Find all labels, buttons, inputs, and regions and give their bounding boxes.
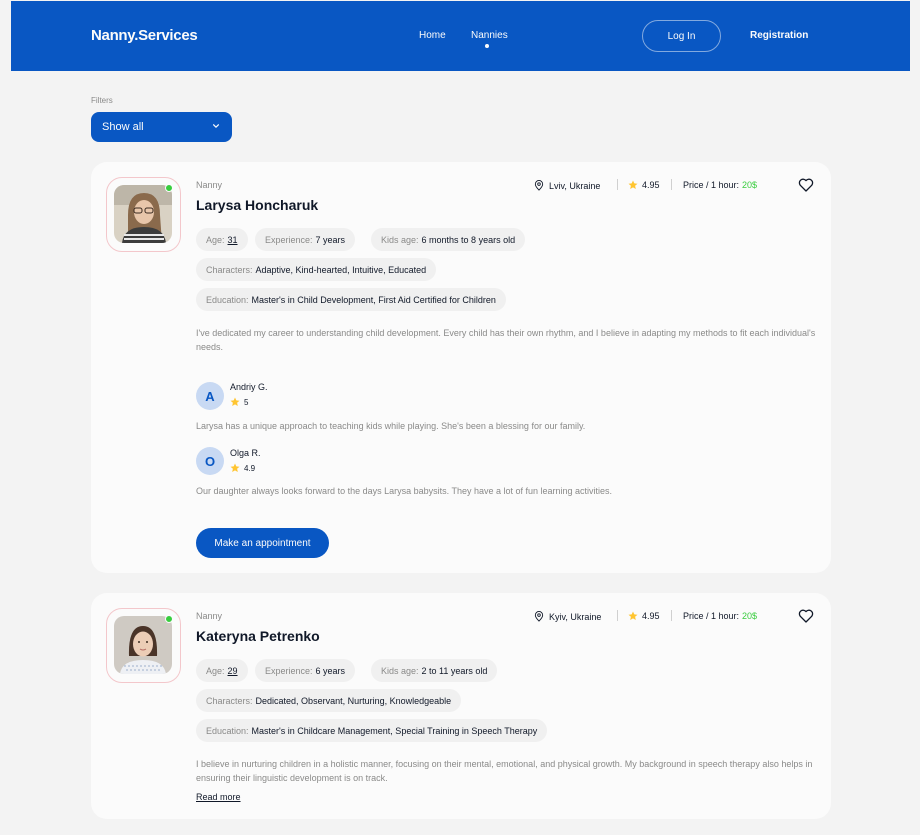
chip-label: Age: — [206, 665, 225, 676]
role-label: Nanny — [196, 180, 223, 190]
login-button[interactable]: Log In — [642, 20, 721, 52]
location-text: Lviv, Ukraine — [549, 180, 601, 191]
filter-dropdown[interactable]: Show all — [91, 112, 232, 142]
age-chip: Age: 29 — [196, 659, 248, 682]
star-icon — [628, 611, 638, 620]
education-chip: Education: Master's in Child Development… — [196, 288, 506, 311]
chip-label: Experience: — [265, 234, 313, 245]
price: Price / 1 hour: 20$ — [683, 611, 757, 621]
divider — [617, 179, 618, 190]
reviewer-name: Olga R. — [230, 448, 261, 458]
chip-value: 7 years — [315, 234, 346, 245]
location: Kyiv, Ukraine — [534, 611, 601, 622]
price-value: 20$ — [742, 611, 758, 621]
chip-label: Kids age: — [381, 665, 419, 676]
reviewer-rating: 5 — [230, 397, 248, 407]
chip-label: Kids age: — [381, 234, 419, 245]
chip-label: Experience: — [265, 665, 313, 676]
logo[interactable]: Nanny.Services — [91, 27, 198, 44]
site-header: Nanny.Services Home Nannies Log In Regis… — [11, 1, 910, 71]
online-status-indicator — [165, 615, 173, 623]
nanny-card: Nanny Larysa Honcharuk Lviv, Ukraine 4.9… — [91, 162, 831, 573]
make-appointment-button[interactable]: Make an appointment — [196, 528, 329, 558]
chip-label: Age: — [206, 234, 225, 245]
chip-value: 31 — [227, 234, 238, 245]
price: Price / 1 hour: 20$ — [683, 180, 757, 190]
chip-value: 2 to 11 years old — [421, 665, 488, 676]
kids-age-chip: Kids age: 6 months to 8 years old — [371, 228, 526, 251]
filter-selected-value: Show all — [102, 121, 144, 133]
divider — [671, 610, 672, 621]
filters-label: Filters — [91, 96, 113, 105]
location-text: Kyiv, Ukraine — [549, 611, 602, 622]
education-chip: Education: Master's in Childcare Managem… — [196, 719, 548, 742]
chip-value: 6 years — [315, 665, 346, 676]
rating: 4.95 — [628, 180, 660, 190]
online-status-indicator — [165, 184, 173, 192]
star-icon — [230, 463, 240, 472]
reviewer-name: Andriy G. — [230, 382, 268, 392]
nav-home-link[interactable]: Home — [419, 30, 446, 41]
heart-icon[interactable] — [798, 177, 814, 193]
registration-button[interactable]: Registration — [750, 30, 808, 41]
avatar-frame — [106, 177, 181, 252]
chip-value: Adaptive, Kind-hearted, Intuitive, Educa… — [255, 264, 427, 275]
chip-label: Education: — [206, 294, 249, 305]
review-text: Larysa has a unique approach to teaching… — [196, 421, 586, 431]
divider — [617, 610, 618, 621]
price-value: 20$ — [742, 180, 758, 190]
read-more-link[interactable]: Read more — [196, 792, 241, 802]
about-text: I believe in nurturing children in a hol… — [196, 759, 813, 783]
map-pin-icon — [534, 611, 544, 622]
characters-chip: Characters: Dedicated, Observant, Nurtur… — [196, 689, 462, 712]
reviewer-avatar: O — [196, 447, 224, 475]
avatar-frame — [106, 608, 181, 683]
nanny-name: Larysa Honcharuk — [196, 197, 319, 213]
price-label: Price / 1 hour: — [683, 611, 740, 621]
kids-age-chip: Kids age: 2 to 11 years old — [371, 659, 498, 682]
experience-chip: Experience: 7 years — [255, 228, 356, 251]
divider — [671, 179, 672, 190]
chip-label: Characters: — [206, 264, 253, 275]
nav-nannies-link[interactable]: Nannies — [471, 30, 508, 41]
role-label: Nanny — [196, 611, 223, 621]
active-nav-indicator — [485, 44, 489, 48]
nanny-card: Nanny Kateryna Petrenko Kyiv, Ukraine 4.… — [91, 593, 831, 819]
chip-value: 29 — [227, 665, 238, 676]
rating: 4.95 — [628, 611, 660, 621]
reviewer-rating-value: 5 — [244, 397, 249, 407]
reviewer-avatar: A — [196, 382, 224, 410]
nanny-name: Kateryna Petrenko — [196, 628, 320, 644]
star-icon — [230, 397, 240, 406]
star-icon — [628, 180, 638, 189]
age-chip: Age: 31 — [196, 228, 248, 251]
about-text: I've dedicated my career to understandin… — [196, 328, 816, 352]
price-label: Price / 1 hour: — [683, 180, 740, 190]
rating-value: 4.95 — [642, 611, 660, 621]
reviewer-rating-value: 4.9 — [244, 463, 256, 473]
chip-value: Dedicated, Observant, Nurturing, Knowled… — [255, 695, 452, 706]
avatar — [114, 185, 172, 243]
heart-icon[interactable] — [798, 608, 814, 624]
avatar — [114, 616, 172, 674]
experience-chip: Experience: 6 years — [255, 659, 356, 682]
chip-label: Characters: — [206, 695, 253, 706]
chip-value: Master's in Childcare Management, Specia… — [251, 725, 538, 736]
location: Lviv, Ukraine — [534, 180, 600, 191]
reviewer-rating: 4.9 — [230, 463, 255, 473]
rating-value: 4.95 — [642, 180, 660, 190]
chevron-down-icon — [213, 124, 219, 128]
review-text: Our daughter always looks forward to the… — [196, 486, 613, 496]
chip-value: Master's in Child Development, First Aid… — [251, 294, 496, 305]
chip-value: 6 months to 8 years old — [421, 234, 516, 245]
chip-label: Education: — [206, 725, 249, 736]
characters-chip: Characters: Adaptive, Kind-hearted, Intu… — [196, 258, 437, 281]
map-pin-icon — [534, 180, 544, 191]
